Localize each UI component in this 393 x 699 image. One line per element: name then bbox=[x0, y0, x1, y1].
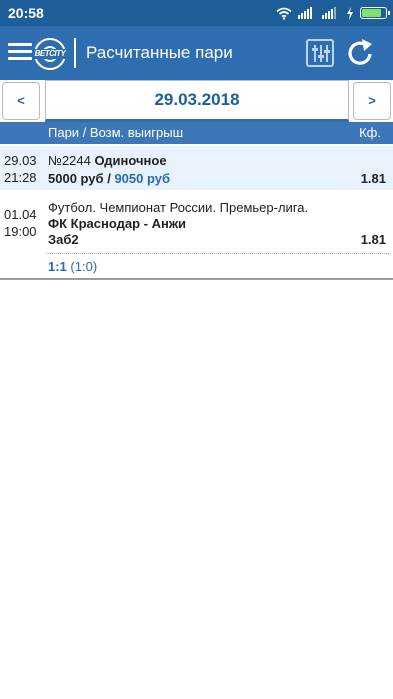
header-bet-column: Пари / Возм. выигрыш bbox=[48, 125, 184, 140]
header-coef-column: Кф. bbox=[359, 125, 381, 140]
event-score: 1:1 (1:0) bbox=[48, 259, 97, 274]
title-divider bbox=[74, 38, 76, 68]
page-title: Расчитанные пари bbox=[86, 43, 233, 62]
amount-separator: / bbox=[107, 171, 111, 186]
bet-datetime: 29.03 21:28 bbox=[4, 152, 37, 186]
battery-icon bbox=[360, 7, 390, 19]
status-time: 20:58 bbox=[8, 5, 44, 21]
bet-date: 29.03 bbox=[4, 153, 37, 168]
app-bar: BETCITY Расчитанные пари bbox=[0, 26, 393, 80]
table-header: Пари / Возм. выигрыш Кф. bbox=[0, 122, 393, 144]
event-datetime: 01.04 19:00 bbox=[4, 206, 37, 240]
dotted-divider bbox=[46, 253, 389, 254]
status-icons bbox=[276, 5, 390, 21]
event-league: Футбол. Чемпионат России. Премьер-лига. bbox=[48, 200, 309, 215]
bet-coefficient: 1.81 bbox=[360, 171, 386, 186]
battery-fill bbox=[362, 9, 381, 17]
prev-date-button[interactable]: < bbox=[2, 82, 40, 120]
date-navigation: < 29.03.2018 > bbox=[0, 80, 393, 122]
event-row[interactable]: 01.04 19:00 Футбол. Чемпионат России. Пр… bbox=[0, 190, 393, 248]
event-coefficient: 1.81 bbox=[360, 232, 386, 247]
bet-type: Одиночное bbox=[94, 153, 167, 168]
bet-time: 21:28 bbox=[4, 170, 37, 185]
signal-icon bbox=[298, 7, 312, 19]
betcity-logo: BETCITY bbox=[33, 38, 67, 70]
bet-number: №2244 bbox=[48, 153, 91, 168]
bet-stake: 5000 руб bbox=[48, 171, 104, 186]
filter-icon[interactable] bbox=[306, 39, 334, 67]
event-teams: ФК Краснодар - Анжи bbox=[48, 216, 187, 231]
charging-icon bbox=[347, 6, 353, 20]
event-date: 01.04 bbox=[4, 207, 37, 222]
bet-amounts: 5000 руб / 9050 руб bbox=[48, 171, 170, 186]
next-date-button[interactable]: > bbox=[353, 82, 391, 120]
bet-title: №2244 Одиночное bbox=[48, 153, 167, 168]
menu-icon[interactable] bbox=[8, 43, 32, 63]
refresh-icon[interactable] bbox=[346, 37, 376, 69]
final-score: 1:1 bbox=[48, 259, 67, 274]
bet-payout: 9050 руб bbox=[114, 171, 170, 186]
signal-icon bbox=[322, 7, 336, 19]
halftime-score: (1:0) bbox=[70, 259, 98, 274]
status-bar: 20:58 bbox=[0, 0, 393, 26]
event-outcome: Заб2 bbox=[48, 232, 79, 247]
bet-summary-row[interactable]: 29.03 21:28 №2244 Одиночное 5000 руб / 9… bbox=[0, 146, 393, 190]
event-time: 19:00 bbox=[4, 224, 37, 239]
current-date[interactable]: 29.03.2018 bbox=[45, 80, 349, 122]
wifi-icon bbox=[276, 7, 292, 20]
list-end-divider bbox=[0, 278, 393, 280]
